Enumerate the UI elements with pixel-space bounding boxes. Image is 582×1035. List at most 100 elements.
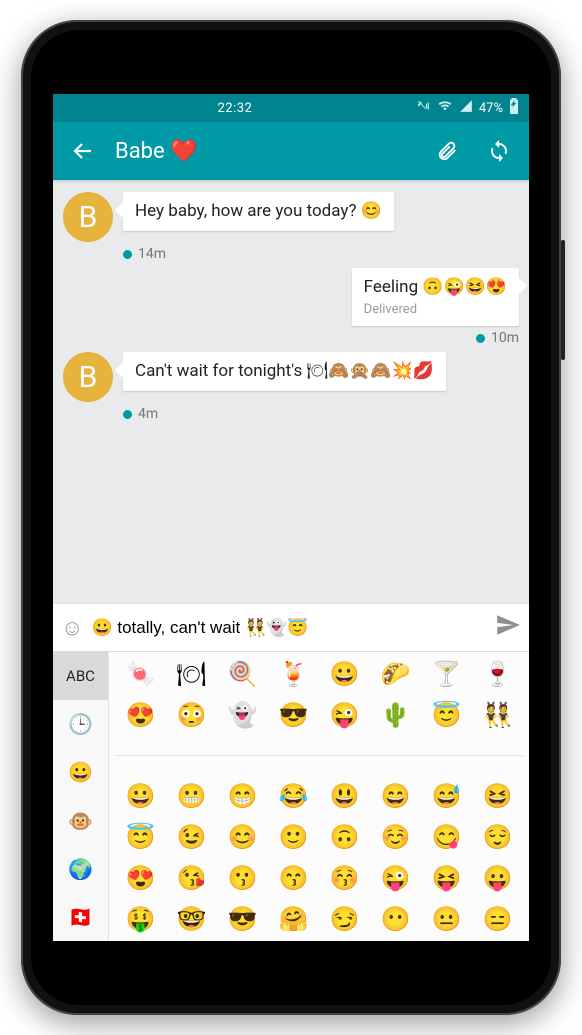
emoji-key[interactable]: ☺️ [370,817,421,858]
message-text: Hey baby, how are you today? 😊 [135,200,382,223]
status-bar: 22:32 47% [53,94,529,122]
status-dot-icon [123,250,132,259]
keyboard-tab-label: ABC [66,667,95,685]
emoji-key[interactable]: 🌮 [370,654,421,695]
attach-button[interactable] [427,131,467,171]
avatar[interactable]: B [63,352,113,402]
message-text: Feeling 🙃😜😆😍 [364,276,507,299]
emoji-key[interactable]: 😙 [268,858,319,899]
keyboard-tab[interactable]: 🐵 [53,797,109,845]
emoji-key[interactable]: 😚 [319,858,370,899]
emoji-key[interactable]: 🍸 [421,654,472,695]
emoji-key[interactable]: 😍 [115,858,166,899]
sync-button[interactable] [479,131,519,171]
message-out[interactable]: Feeling 🙃😜😆😍 Delivered [63,268,519,326]
emoji-key[interactable]: 😃 [319,776,370,817]
vibrate-icon [415,99,431,117]
compose-bar: ☺ [53,603,529,651]
cell-signal-icon [459,99,473,117]
message-age: 14m [138,246,166,262]
send-button[interactable] [495,612,521,643]
status-dot-icon [123,410,132,419]
emoji-key[interactable]: 😀 [319,654,370,695]
emoji-key[interactable]: 🌵 [370,695,421,736]
emoji-key[interactable]: 😌 [472,817,523,858]
status-dot-icon [476,334,485,343]
emoji-key[interactable]: 😏 [319,898,370,939]
chat-title[interactable]: Babe ❤️ [115,139,415,164]
emoji-key[interactable]: 😶 [370,898,421,939]
message-age: 10m [491,330,519,346]
emoji-key[interactable]: 😎 [268,695,319,736]
emoji-key[interactable]: 😘 [166,858,217,899]
message-in[interactable]: B Hey baby, how are you today? 😊 [63,192,519,242]
emoji-key[interactable]: 😉 [166,817,217,858]
emoji-key[interactable]: 😛 [472,858,523,899]
emoji-key[interactable]: 🤓 [166,898,217,939]
message-meta: 14m [123,246,519,262]
keyboard-tab[interactable]: 🌍 [53,845,109,893]
emoji-key[interactable]: 😜 [370,858,421,899]
emoji-key[interactable]: 😊 [217,817,268,858]
emoji-key[interactable]: 🙂 [268,817,319,858]
emoji-key[interactable]: 😜 [319,695,370,736]
emoji-keyboard: ABC🕒😀🐵🌍🇨🇭 🍬🍽🍭🍹😀🌮🍸🍷😍😳👻😎😜🌵😇👯😀😬😁😂😃😄😅😆😇😉😊🙂🙃☺… [53,651,529,941]
emoji-key[interactable]: 🙃 [319,817,370,858]
message-in[interactable]: B Can't wait for tonight's 🍽🙈🙊🙈💥💋 [63,352,519,402]
emoji-section-divider [115,755,523,756]
emoji-key[interactable]: 🍷 [472,654,523,695]
emoji-key[interactable]: 😝 [421,858,472,899]
emoji-key[interactable]: 👻 [217,695,268,736]
emoji-toggle-icon[interactable]: ☺ [61,615,83,641]
delivered-label: Delivered [364,301,507,319]
emoji-key[interactable]: 🍽 [166,654,217,695]
status-indicators: 47% [415,98,519,118]
message-bubble[interactable]: Hey baby, how are you today? 😊 [123,192,394,231]
screen: 22:32 47% [53,94,529,941]
emoji-key[interactable]: 😑 [472,898,523,939]
message-bubble[interactable]: Can't wait for tonight's 🍽🙈🙊🙈💥💋 [123,352,446,391]
keyboard-category-tabs: ABC 🕒😀🐵🌍🇨🇭 [53,652,109,941]
phone-bezel: 22:32 47% [31,30,551,1005]
emoji-key[interactable]: 😗 [217,858,268,899]
back-button[interactable] [63,131,103,171]
emoji-key[interactable]: 😬 [166,776,217,817]
emoji-key[interactable]: 👯 [472,695,523,736]
chat-scroll[interactable]: B Hey baby, how are you today? 😊 14m Feelin… [53,180,529,603]
emoji-key[interactable]: 😐 [421,898,472,939]
status-time: 22:32 [217,101,252,116]
keyboard-tab[interactable]: ABC [53,652,109,700]
phone-power-button [561,240,565,360]
emoji-grid: 🍬🍽🍭🍹😀🌮🍸🍷😍😳👻😎😜🌵😇👯😀😬😁😂😃😄😅😆😇😉😊🙂🙃☺️😋😌😍😘😗😙😚😜😝… [109,652,529,941]
battery-icon [509,98,519,118]
emoji-key[interactable]: 😇 [421,695,472,736]
emoji-key[interactable]: 🍹 [268,654,319,695]
compose-input[interactable] [91,618,487,638]
emoji-key[interactable]: 😳 [166,695,217,736]
keyboard-tab[interactable]: 🕒 [53,700,109,748]
avatar[interactable]: B [63,192,113,242]
wifi-icon [437,99,453,117]
keyboard-tab[interactable]: 😀 [53,748,109,796]
app-bar: Babe ❤️ [53,122,529,180]
message-bubble[interactable]: Feeling 🙃😜😆😍 Delivered [352,268,519,326]
emoji-key[interactable]: 😁 [217,776,268,817]
emoji-key[interactable]: 😅 [421,776,472,817]
emoji-key[interactable]: 🍬 [115,654,166,695]
emoji-key[interactable]: 😎 [217,898,268,939]
emoji-key[interactable]: 😇 [115,817,166,858]
message-meta: 4m [123,406,519,422]
emoji-key[interactable]: 😄 [370,776,421,817]
message-age: 4m [138,406,158,422]
message-text: Can't wait for tonight's 🍽🙈🙊🙈💥💋 [135,360,434,383]
message-meta: 10m [63,330,519,346]
emoji-key[interactable]: 😋 [421,817,472,858]
keyboard-tab[interactable]: 🇨🇭 [53,893,109,941]
emoji-key[interactable]: 😂 [268,776,319,817]
emoji-key[interactable]: 😍 [115,695,166,736]
emoji-key[interactable]: 😀 [115,776,166,817]
emoji-key[interactable]: 😆 [472,776,523,817]
emoji-key[interactable]: 🤑 [115,898,166,939]
emoji-key[interactable]: 🤗 [268,898,319,939]
emoji-key[interactable]: 🍭 [217,654,268,695]
